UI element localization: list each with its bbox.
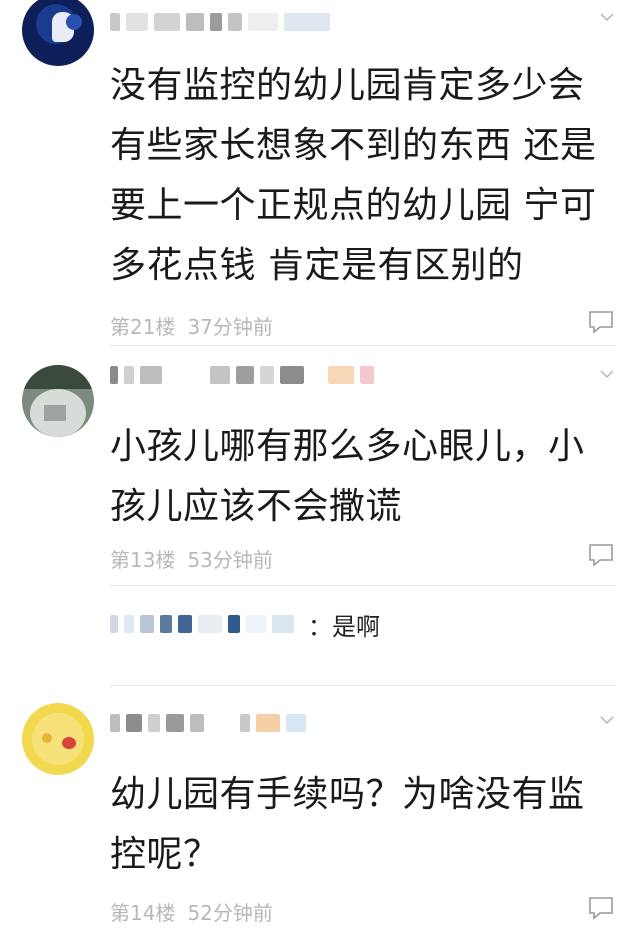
floor-number: 第14楼	[110, 901, 176, 925]
chevron-down-icon[interactable]	[600, 367, 614, 381]
sub-reply[interactable]: ：是啊	[110, 587, 616, 661]
floor-number: 第13楼	[110, 548, 176, 572]
timestamp: 53分钟前	[187, 548, 273, 572]
comment-text: 没有监控的幼儿园肯定多少会有些家长想象不到的东西 还是要上一个正规点的幼儿园 宁…	[110, 65, 597, 286]
comment-bubble-icon[interactable]	[588, 896, 614, 920]
comment-meta: 第13楼 53分钟前	[110, 544, 285, 573]
comment-text: 幼儿园有手续吗？为啥没有监控呢？	[110, 774, 585, 875]
chevron-down-icon[interactable]	[600, 713, 614, 727]
chevron-down-icon[interactable]	[600, 10, 614, 24]
timestamp: 52分钟前	[187, 901, 273, 925]
floor-number: 第21楼	[110, 315, 176, 339]
divider	[110, 685, 616, 686]
divider	[110, 585, 616, 586]
comment-item: 幼儿园有手续吗？为啥没有监控呢？ 第14楼 52分钟前	[0, 695, 640, 934]
reply-username-blurred	[110, 615, 118, 633]
comment-bubble-icon[interactable]	[588, 310, 614, 334]
comment-item: 小孩儿哪有那么多心眼儿，小孩儿应该不会撒谎 第13楼 53分钟前 ：是啊	[0, 345, 640, 695]
comment-item: 没有监控的幼儿园肯定多少会有些家长想象不到的东西 还是要上一个正规点的幼儿园 宁…	[0, 0, 640, 345]
comment-bubble-icon[interactable]	[588, 543, 614, 567]
timestamp: 37分钟前	[187, 315, 273, 339]
avatar[interactable]	[22, 365, 94, 437]
avatar[interactable]	[22, 0, 94, 66]
comment-meta: 第21楼 37分钟前	[110, 311, 285, 340]
username-blurred[interactable]	[110, 2, 336, 42]
reply-text: ：是啊	[308, 612, 380, 641]
comment-text: 小孩儿哪有那么多心眼儿，小孩儿应该不会撒谎	[110, 426, 585, 527]
comment-meta: 第14楼 52分钟前	[110, 897, 285, 926]
username-blurred[interactable]	[110, 355, 380, 395]
avatar[interactable]	[22, 703, 94, 775]
username-blurred[interactable]	[110, 703, 312, 743]
